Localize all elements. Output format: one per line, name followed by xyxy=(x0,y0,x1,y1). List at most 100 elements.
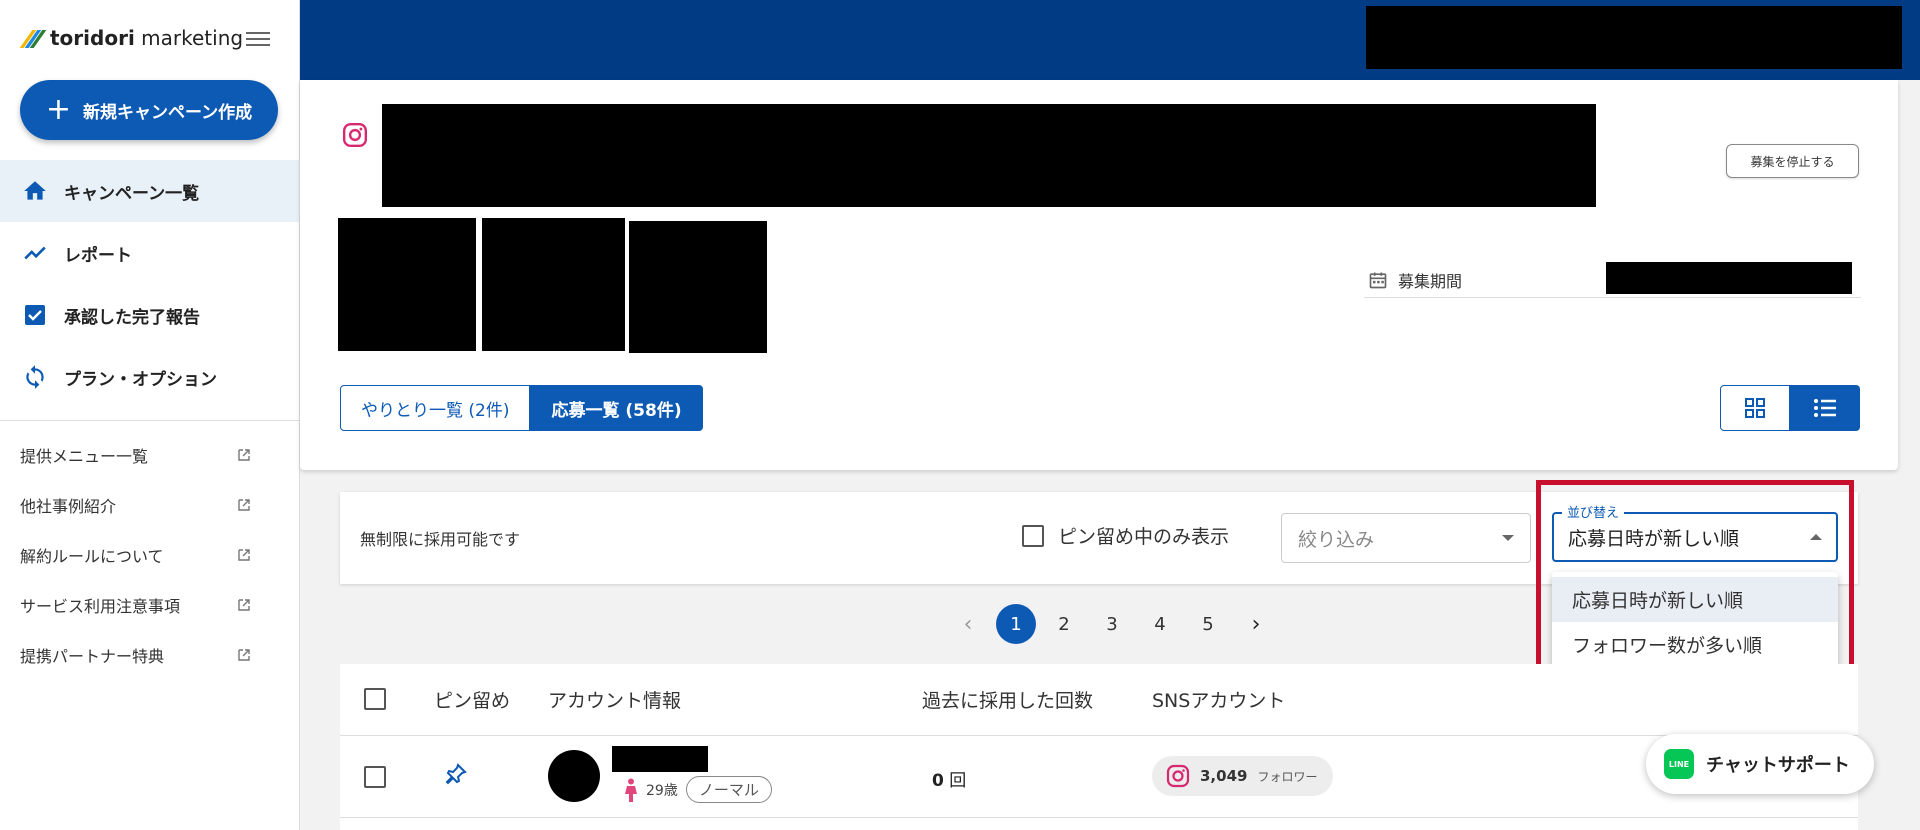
calendar-icon xyxy=(1369,272,1387,288)
header-account: アカウント情報 xyxy=(548,690,682,712)
sidebar-divider xyxy=(0,420,299,421)
sidebar-link-cancel-rules[interactable]: 解約ルールについて xyxy=(0,530,299,580)
sidebar-item-report[interactable]: レポート xyxy=(0,222,299,284)
pin-only-label: ピン留め中のみ表示 xyxy=(1058,526,1230,548)
trend-icon xyxy=(22,240,48,266)
header-pin: ピン留め xyxy=(434,690,511,712)
logo-text: toridori marketing xyxy=(50,26,244,50)
prev-page-button[interactable]: ‹ xyxy=(944,604,992,644)
grid-icon xyxy=(1745,398,1765,418)
page-3-button[interactable]: 3 xyxy=(1088,604,1136,644)
row-checkbox[interactable] xyxy=(364,766,386,788)
pin-only-filter[interactable]: ピン留め中のみ表示 xyxy=(1022,522,1229,549)
external-link-icon xyxy=(238,599,250,611)
redacted-image xyxy=(482,218,625,351)
sidebar-link-notes[interactable]: サービス利用注意事項 xyxy=(0,580,299,630)
sidebar-item-label: 承認した完了報告 xyxy=(64,307,200,328)
home-icon xyxy=(22,178,48,204)
narrow-down-placeholder: 絞り込み xyxy=(1298,528,1375,551)
sidebar-item-label: レポート xyxy=(64,245,132,266)
redacted-image xyxy=(629,221,767,353)
applicants-table: ピン留め アカウント情報 過去に採用した回数 SNSアカウント 29歳 ノーマル… xyxy=(340,664,1858,830)
select-all-checkbox[interactable] xyxy=(364,688,386,710)
follower-count: 3,049 xyxy=(1200,767,1248,785)
adoption-count-value: 0 xyxy=(932,771,944,791)
menu-icon[interactable] xyxy=(246,28,270,48)
pagination: ‹ 1 2 3 4 5 › xyxy=(944,604,1280,644)
highlight-annotation xyxy=(1536,480,1854,687)
list-tabs: やりとり一覧 (2件) 応募一覧 (58件) xyxy=(340,385,703,431)
age-text: 29歳 xyxy=(646,782,678,799)
sidebar-link-label: 解約ルールについて xyxy=(20,547,164,566)
page-4-button[interactable]: 4 xyxy=(1136,604,1184,644)
sidebar: toridori marketing + 新規キャンペーン作成 キャンペーン一覧… xyxy=(0,0,300,830)
redacted-account-name xyxy=(612,746,708,772)
external-link-icon xyxy=(238,449,250,461)
plus-icon: + xyxy=(45,92,71,127)
header-sns: SNSアカウント xyxy=(1152,690,1286,712)
redacted-campaign-title xyxy=(382,104,1596,207)
sidebar-link-label: 提供メニュー一覧 xyxy=(20,447,149,466)
adoption-count: 0 回 xyxy=(932,766,966,791)
redacted-image xyxy=(338,218,476,351)
sidebar-links: 提供メニュー一覧 他社事例紹介 解約ルールについて サービス利用注意事項 提携パ… xyxy=(0,430,299,680)
next-page-button[interactable]: › xyxy=(1232,604,1280,644)
tab-exchanges[interactable]: やりとり一覧 (2件) xyxy=(340,385,531,431)
view-toggle xyxy=(1720,385,1860,431)
new-campaign-label: 新規キャンペーン作成 xyxy=(82,102,253,123)
rank-badge: ノーマル xyxy=(685,776,772,803)
external-link-icon xyxy=(238,549,250,561)
stop-recruiting-button[interactable]: 募集を停止する xyxy=(1726,144,1859,178)
instagram-icon xyxy=(342,122,368,148)
logo-mark-icon xyxy=(19,30,47,48)
list-icon xyxy=(1814,399,1836,417)
sidebar-item-campaigns[interactable]: キャンペーン一覧 xyxy=(0,160,299,222)
sidebar-item-approved[interactable]: 承認した完了報告 xyxy=(0,284,299,346)
sidebar-nav: キャンペーン一覧 レポート 承認した完了報告 プラン・オプション xyxy=(0,160,299,408)
new-campaign-button[interactable]: + 新規キャンペーン作成 xyxy=(20,80,278,140)
header-times: 過去に採用した回数 xyxy=(922,690,1094,712)
sync-icon xyxy=(22,364,48,390)
redacted-account-area xyxy=(1366,6,1902,69)
chat-support-button[interactable]: LINE チャットサポート xyxy=(1646,734,1874,794)
external-link-icon xyxy=(238,499,250,511)
page-1-button[interactable]: 1 xyxy=(992,604,1040,644)
grid-view-button[interactable] xyxy=(1720,385,1790,431)
sidebar-link-menu[interactable]: 提供メニュー一覧 xyxy=(0,430,299,480)
sidebar-link-label: サービス利用注意事項 xyxy=(20,597,181,616)
chevron-down-icon xyxy=(1502,535,1514,541)
recruit-period-label: 募集期間 xyxy=(1398,271,1463,291)
page-2-button[interactable]: 2 xyxy=(1040,604,1088,644)
narrow-down-select[interactable]: 絞り込み xyxy=(1281,513,1531,563)
campaign-card: 募集を停止する 募集期間 やりとり一覧 (2件) 応募一覧 (58件) xyxy=(300,80,1898,470)
sidebar-link-label: 提携パートナー特典 xyxy=(20,647,165,666)
external-link-icon xyxy=(238,649,250,661)
table-row[interactable]: 29歳 ノーマル 0 回 3,049 フォロワー xyxy=(340,736,1858,818)
sidebar-link-partners[interactable]: 提携パートナー特典 xyxy=(0,630,299,680)
tab-applications[interactable]: 応募一覧 (58件) xyxy=(530,385,703,431)
account-meta: 29歳 ノーマル xyxy=(624,776,772,803)
follower-label: フォロワー xyxy=(1257,769,1318,784)
pin-icon[interactable] xyxy=(444,762,468,790)
page-5-button[interactable]: 5 xyxy=(1184,604,1232,644)
sidebar-item-plan[interactable]: プラン・オプション xyxy=(0,346,299,408)
instagram-icon xyxy=(1166,764,1190,788)
redacted-period-value xyxy=(1606,262,1852,294)
avatar xyxy=(548,750,600,802)
chat-support-label: チャットサポート xyxy=(1706,755,1850,776)
table-header: ピン留め アカウント情報 過去に採用した回数 SNSアカウント xyxy=(340,664,1858,736)
sidebar-item-label: キャンペーン一覧 xyxy=(64,183,200,204)
logo[interactable]: toridori marketing xyxy=(19,26,244,50)
check-icon xyxy=(22,302,48,328)
instagram-account-pill[interactable]: 3,049 フォロワー xyxy=(1152,756,1334,796)
adoption-count-unit: 回 xyxy=(949,771,967,791)
sidebar-item-label: プラン・オプション xyxy=(64,369,217,390)
female-icon xyxy=(625,778,637,802)
unlimited-hire-text: 無制限に採用可能です xyxy=(360,530,521,549)
pin-only-checkbox[interactable] xyxy=(1022,524,1044,547)
sidebar-link-cases[interactable]: 他社事例紹介 xyxy=(0,480,299,530)
sidebar-link-label: 他社事例紹介 xyxy=(20,497,117,516)
list-view-button[interactable] xyxy=(1790,385,1860,431)
top-header xyxy=(300,0,1920,80)
line-icon: LINE xyxy=(1664,749,1694,779)
